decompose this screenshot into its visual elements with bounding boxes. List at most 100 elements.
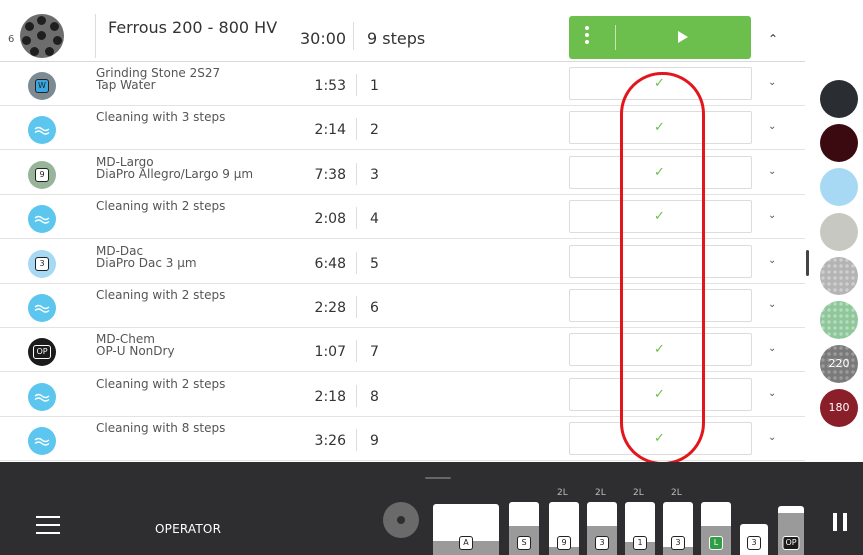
expand-chevron-down-icon[interactable]: ⌄ — [768, 210, 776, 221]
step-check-box[interactable]: ✓ — [569, 200, 752, 234]
disc-label: 180 — [828, 401, 850, 415]
step-row[interactable]: W Grinding Stone 2S27 Tap Water 1:53 1 ✓ ⌄ — [0, 62, 805, 106]
consumable-bottle[interactable]: OP — [778, 506, 804, 555]
step-consumable: Tap Water — [96, 78, 156, 92]
cleaning-icon — [28, 205, 56, 234]
step-name: Cleaning with 2 steps — [96, 288, 226, 302]
surface-disc[interactable]: 180 — [820, 389, 858, 428]
expand-chevron-down-icon[interactable]: ⌄ — [768, 343, 776, 354]
method-title: Ferrous 200 - 800 HV — [108, 18, 278, 37]
step-time: 2:28 — [314, 300, 346, 316]
scrollbar[interactable] — [806, 250, 809, 276]
bottle-label: 3 — [747, 536, 761, 550]
expand-chevron-down-icon[interactable]: ⌄ — [768, 77, 776, 88]
bottom-bar: OPERATOR A S 9 2L 3 2L 1 2L 3 2L L 3 OP — [0, 462, 863, 555]
step-number: 4 — [370, 211, 379, 228]
expand-chevron-down-icon[interactable]: ⌄ — [768, 255, 776, 266]
step-name: Cleaning with 8 steps — [96, 421, 226, 436]
step-row[interactable]: 9 MD-Largo DiaPro Allegro/Largo 9 µm 7:38 3 ✓… — [0, 150, 805, 195]
bottle-label: S — [517, 536, 531, 550]
bottle-label: 3 — [671, 536, 685, 550]
disc-label: 220 — [828, 357, 850, 371]
surface-disc[interactable] — [820, 301, 858, 339]
hamburger-menu-icon[interactable] — [36, 516, 60, 540]
step-check-box[interactable] — [569, 289, 752, 322]
step-badge: W — [35, 79, 49, 93]
surface-disc[interactable] — [820, 124, 858, 163]
step-number: 2 — [370, 122, 379, 139]
method-steps-count: 9 steps — [367, 29, 426, 48]
step-check-box[interactable]: ✓ — [569, 377, 752, 411]
divider — [356, 340, 357, 363]
expand-chevron-down-icon[interactable]: ⌄ — [768, 166, 776, 177]
bottle-volume: 2L — [633, 488, 644, 498]
bottle-volume: 2L — [557, 488, 568, 498]
divider — [615, 25, 616, 50]
surface-disc[interactable] — [820, 256, 858, 295]
consumable-bottle[interactable]: S — [509, 502, 539, 555]
step-row[interactable]: Cleaning with 2 steps 2:18 8 ✓ ⌄ — [0, 372, 805, 417]
method-total-time: 30:00 — [300, 29, 347, 48]
step-name: Cleaning with 2 steps — [96, 376, 226, 391]
holder-status-icon[interactable] — [383, 502, 419, 538]
bottle-label: 1 — [633, 536, 647, 550]
divider — [356, 207, 357, 230]
step-time: 1:07 — [314, 344, 346, 361]
divider — [356, 162, 357, 185]
method-header[interactable]: 6 Ferrous 200 - 800 HV 30:00 9 steps ⌃ — [0, 0, 805, 62]
collapse-chevron-up-icon[interactable]: ⌃ — [768, 32, 778, 46]
consumable-bottle[interactable]: 3 — [740, 524, 768, 555]
step-time: 2:14 — [314, 122, 346, 139]
expand-chevron-down-icon[interactable]: ⌄ — [768, 432, 776, 443]
md-largo-icon: 9 — [28, 160, 56, 189]
expand-chevron-down-icon[interactable]: ⌄ — [768, 299, 776, 310]
step-check-box[interactable]: ✓ — [569, 111, 752, 145]
surface-disc[interactable] — [820, 80, 858, 118]
step-consumable: DiaPro Dac 3 µm — [96, 255, 197, 270]
consumable-bottle[interactable]: 3 — [663, 502, 693, 555]
consumable-bottle[interactable]: A — [433, 504, 499, 555]
consumable-bottle[interactable]: 1 — [625, 502, 655, 555]
step-check-box[interactable]: ✓ — [569, 422, 752, 456]
step-row[interactable]: Cleaning with 2 steps 2:08 4 ✓ ⌄ — [0, 195, 805, 240]
bottle-label: 9 — [557, 536, 571, 550]
checkmark-icon: ✓ — [654, 76, 665, 91]
holder-number: 6 — [8, 34, 15, 45]
surface-disc[interactable]: 220 — [820, 345, 858, 384]
surface-disc[interactable] — [820, 168, 858, 207]
md-dac-icon: 3 — [28, 249, 56, 278]
step-time: 6:48 — [314, 255, 346, 272]
checkmark-icon: ✓ — [654, 386, 665, 402]
divider — [353, 22, 354, 50]
more-options-icon[interactable] — [585, 26, 589, 47]
step-check-box[interactable]: ✓ — [569, 155, 752, 189]
play-icon[interactable] — [678, 31, 688, 43]
pause-icon[interactable] — [833, 513, 847, 531]
step-row[interactable]: Cleaning with 8 steps 3:26 9 ✓ ⌄ — [0, 417, 805, 462]
run-method-button[interactable] — [569, 16, 751, 59]
step-check-box[interactable] — [569, 244, 752, 278]
step-row[interactable]: Cleaning with 3 steps 2:14 2 ✓ ⌄ — [0, 106, 805, 151]
md-chem-icon: OP — [28, 338, 56, 367]
step-number: 5 — [370, 255, 379, 272]
cleaning-icon — [28, 427, 56, 456]
step-check-box[interactable]: ✓ — [569, 67, 752, 100]
expand-chevron-down-icon[interactable]: ⌄ — [768, 388, 776, 399]
divider — [356, 251, 357, 274]
step-row[interactable]: Cleaning with 2 steps 2:28 6 ⌄ — [0, 284, 805, 328]
step-badge: OP — [33, 345, 51, 360]
step-check-box[interactable]: ✓ — [569, 333, 752, 367]
step-row[interactable]: 3 MD-Dac DiaPro Dac 3 µm 6:48 5 ⌄ — [0, 239, 805, 284]
step-time: 7:38 — [314, 166, 346, 183]
consumable-bottle[interactable]: 9 — [549, 502, 579, 555]
consumable-bottle[interactable]: 3 — [587, 502, 617, 555]
step-time: 2:18 — [314, 388, 346, 405]
expand-chevron-down-icon[interactable]: ⌄ — [768, 121, 776, 132]
cleaning-icon — [28, 382, 56, 411]
drawer-handle[interactable] — [425, 477, 451, 479]
divider — [356, 296, 357, 318]
consumable-bottle[interactable]: L — [701, 502, 731, 555]
step-row[interactable]: OP MD-Chem OP-U NonDry 1:07 7 ✓ ⌄ — [0, 328, 805, 373]
divider — [356, 384, 357, 407]
surface-disc[interactable] — [820, 212, 858, 251]
